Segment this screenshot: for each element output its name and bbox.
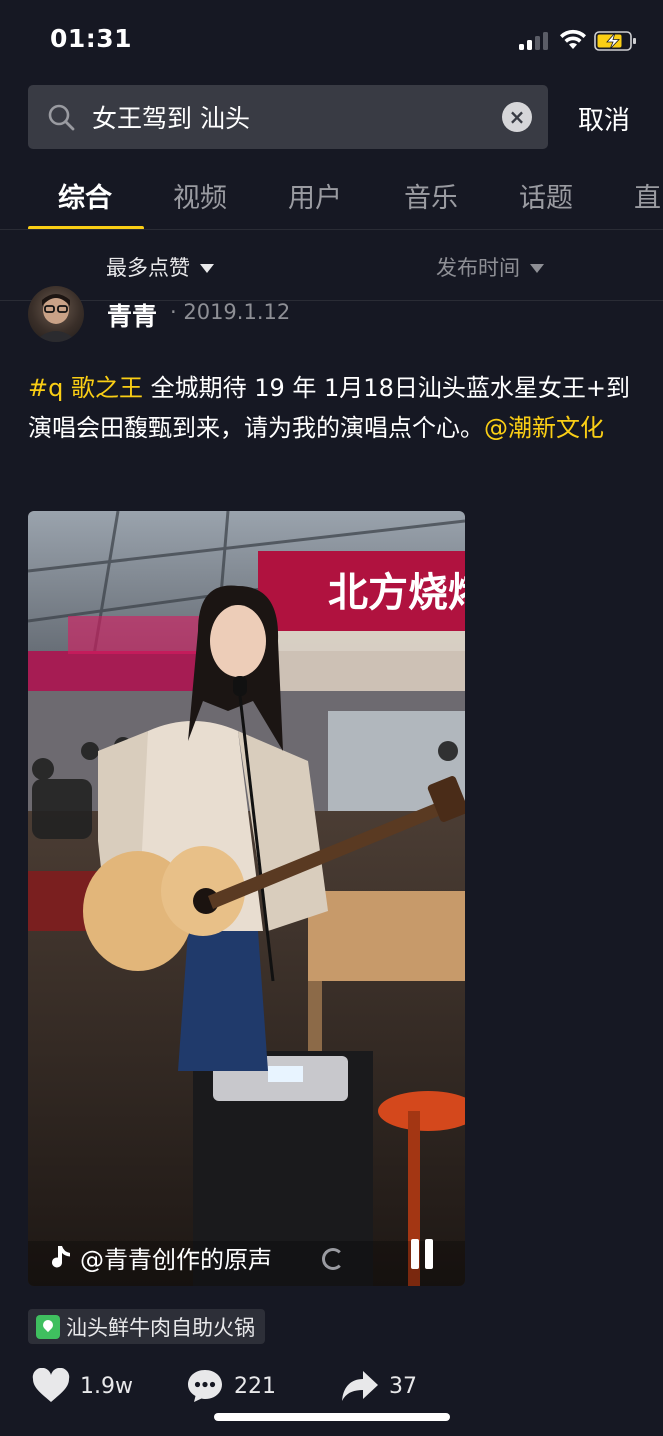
comment-count: 221 — [234, 1373, 276, 1399]
search-box[interactable]: × — [28, 85, 548, 149]
music-note-icon — [52, 1245, 70, 1267]
home-indicator — [214, 1413, 450, 1421]
search-results-screen: 01:31 × 取消 综合 视频 用户 音乐 — [0, 0, 663, 1436]
hashtag-link[interactable]: #q 歌之王 — [28, 374, 143, 402]
search-icon — [48, 104, 75, 131]
pause-button[interactable] — [407, 1239, 437, 1273]
publish-time-label: 发布时间 — [436, 256, 520, 280]
comment-icon — [188, 1370, 222, 1402]
caret-down-icon — [200, 263, 214, 273]
cancel-button[interactable]: 取消 — [578, 100, 630, 137]
shop-sign-text: 北方烧烤 — [328, 570, 465, 616]
heart-icon — [32, 1368, 70, 1402]
video-player[interactable]: 北方烧烤 — [28, 511, 465, 1286]
signal-icon — [519, 32, 551, 50]
tab-videos[interactable]: 视频 — [173, 176, 227, 215]
like-button[interactable]: 1.9w — [32, 1368, 133, 1404]
status-bar: 01:31 — [0, 0, 663, 80]
music-disc-icon — [322, 1248, 344, 1270]
video-frame: 北方烧烤 — [28, 511, 465, 1286]
tab-music[interactable]: 音乐 — [404, 176, 458, 215]
share-button[interactable]: 37 — [341, 1368, 417, 1404]
like-count: 1.9w — [80, 1373, 133, 1399]
clear-icon[interactable]: × — [502, 102, 532, 132]
music-label: @青青创作的原声 — [80, 1246, 272, 1274]
tabs-divider — [0, 229, 663, 230]
share-arrow-icon — [342, 1371, 378, 1401]
publish-time-dropdown[interactable]: 发布时间 — [436, 252, 544, 282]
tab-topics[interactable]: 话题 — [519, 176, 573, 215]
mention-link[interactable]: @潮新文化 — [484, 414, 604, 442]
wifi-icon — [560, 29, 586, 49]
sort-by-likes-dropdown[interactable]: 最多点赞 — [106, 252, 214, 282]
author-avatar[interactable] — [28, 286, 84, 342]
caret-down-icon — [530, 263, 544, 273]
sort-by-likes-label: 最多点赞 — [106, 256, 190, 280]
battery-charging-icon — [594, 31, 636, 51]
tab-live[interactable]: 直 — [634, 176, 661, 215]
comment-button[interactable]: 221 — [186, 1368, 276, 1404]
tab-users[interactable]: 用户 — [288, 176, 342, 215]
author-name[interactable]: 青青 — [107, 297, 157, 333]
post-date: · 2019.1.12 — [170, 300, 291, 324]
status-time: 01:31 — [50, 24, 133, 53]
location-chip[interactable]: 汕头鲜牛肉自助火锅 — [28, 1309, 265, 1344]
tab-bar: 综合 视频 用户 音乐 话题 直 — [0, 160, 663, 230]
location-name: 汕头鲜牛肉自助火锅 — [66, 1315, 255, 1340]
filter-divider — [0, 300, 663, 301]
search-input[interactable] — [92, 85, 492, 149]
tab-all[interactable]: 综合 — [58, 176, 112, 215]
share-count: 37 — [389, 1373, 417, 1399]
post-caption: #q 歌之王 全城期待 19 年 1月18日汕头蓝水星女王+到演唱会田馥甄到来，… — [28, 368, 633, 448]
music-row[interactable]: @青青创作的原声 — [50, 1240, 272, 1275]
location-pin-icon — [36, 1314, 60, 1339]
